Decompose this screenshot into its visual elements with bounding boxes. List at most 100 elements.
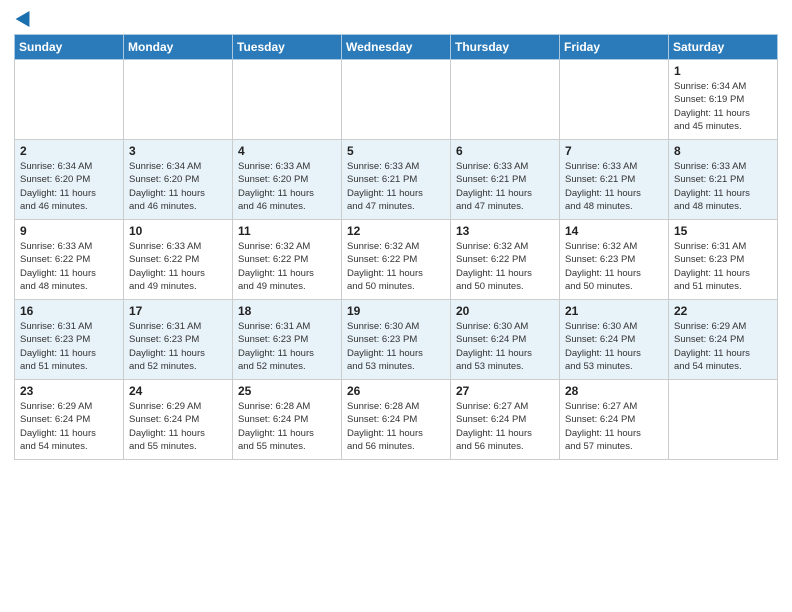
day-info: Sunrise: 6:32 AM Sunset: 6:22 PM Dayligh… — [456, 240, 554, 293]
day-number: 2 — [20, 144, 118, 158]
calendar-header-row: SundayMondayTuesdayWednesdayThursdayFrid… — [15, 35, 778, 60]
day-info: Sunrise: 6:32 AM Sunset: 6:22 PM Dayligh… — [238, 240, 336, 293]
day-number: 4 — [238, 144, 336, 158]
calendar-cell: 17 Sunrise: 6:31 AM Sunset: 6:23 PM Dayli… — [124, 300, 233, 380]
day-number: 1 — [674, 64, 772, 78]
day-info: Sunrise: 6:33 AM Sunset: 6:22 PM Dayligh… — [129, 240, 227, 293]
calendar-cell: 9 Sunrise: 6:33 AM Sunset: 6:22 PM Daylig… — [15, 220, 124, 300]
day-info: Sunrise: 6:31 AM Sunset: 6:23 PM Dayligh… — [674, 240, 772, 293]
day-number: 14 — [565, 224, 663, 238]
day-number: 9 — [20, 224, 118, 238]
calendar-day-header: Thursday — [451, 35, 560, 60]
calendar-cell — [342, 60, 451, 140]
day-number: 10 — [129, 224, 227, 238]
calendar-week-row: 9 Sunrise: 6:33 AM Sunset: 6:22 PM Daylig… — [15, 220, 778, 300]
calendar-cell: 28 Sunrise: 6:27 AM Sunset: 6:24 PM Dayli… — [560, 380, 669, 460]
day-info: Sunrise: 6:33 AM Sunset: 6:22 PM Dayligh… — [20, 240, 118, 293]
calendar-cell: 24Sunrise: 6:29 AM Sunset: 6:24 PM Dayli… — [124, 380, 233, 460]
day-number: 5 — [347, 144, 445, 158]
calendar-week-row: 16 Sunrise: 6:31 AM Sunset: 6:23 PM Dayli… — [15, 300, 778, 380]
calendar-cell: 10 Sunrise: 6:33 AM Sunset: 6:22 PM Dayli… — [124, 220, 233, 300]
day-number: 19 — [347, 304, 445, 318]
day-info: Sunrise: 6:31 AM Sunset: 6:23 PM Dayligh… — [129, 320, 227, 373]
day-number: 20 — [456, 304, 554, 318]
calendar-cell: 14 Sunrise: 6:32 AM Sunset: 6:23 PM Dayli… — [560, 220, 669, 300]
day-info: Sunrise: 6:30 AM Sunset: 6:23 PM Dayligh… — [347, 320, 445, 373]
day-info: Sunrise: 6:32 AM Sunset: 6:23 PM Dayligh… — [565, 240, 663, 293]
day-number: 21 — [565, 304, 663, 318]
day-number: 12 — [347, 224, 445, 238]
calendar-week-row: 1 Sunrise: 6:34 AM Sunset: 6:19 PM Daylig… — [15, 60, 778, 140]
day-info: Sunrise: 6:34 AM Sunset: 6:20 PM Dayligh… — [129, 160, 227, 213]
day-number: 16 — [20, 304, 118, 318]
day-info: Sunrise: 6:29 AM Sunset: 6:24 PM Dayligh… — [20, 400, 118, 453]
day-number: 17 — [129, 304, 227, 318]
calendar-cell: 16 Sunrise: 6:31 AM Sunset: 6:23 PM Dayli… — [15, 300, 124, 380]
calendar-cell: 12 Sunrise: 6:32 AM Sunset: 6:22 PM Dayli… — [342, 220, 451, 300]
logo-triangle-icon — [16, 7, 37, 27]
header — [14, 10, 778, 26]
calendar-cell: 13 Sunrise: 6:32 AM Sunset: 6:22 PM Dayli… — [451, 220, 560, 300]
day-info: Sunrise: 6:33 AM Sunset: 6:21 PM Dayligh… — [674, 160, 772, 213]
day-info: Sunrise: 6:33 AM Sunset: 6:21 PM Dayligh… — [347, 160, 445, 213]
calendar-cell: 2 Sunrise: 6:34 AM Sunset: 6:20 PM Daylig… — [15, 140, 124, 220]
calendar-day-header: Friday — [560, 35, 669, 60]
calendar: SundayMondayTuesdayWednesdayThursdayFrid… — [14, 34, 778, 460]
calendar-day-header: Sunday — [15, 35, 124, 60]
day-number: 8 — [674, 144, 772, 158]
day-info: Sunrise: 6:32 AM Sunset: 6:22 PM Dayligh… — [347, 240, 445, 293]
day-number: 25 — [238, 384, 336, 398]
calendar-cell — [669, 380, 778, 460]
day-info: Sunrise: 6:33 AM Sunset: 6:21 PM Dayligh… — [456, 160, 554, 213]
calendar-cell — [124, 60, 233, 140]
logo — [14, 10, 34, 26]
day-number: 7 — [565, 144, 663, 158]
calendar-week-row: 23 Sunrise: 6:29 AM Sunset: 6:24 PM Dayli… — [15, 380, 778, 460]
day-info: Sunrise: 6:30 AM Sunset: 6:24 PM Dayligh… — [565, 320, 663, 373]
calendar-cell: 20 Sunrise: 6:30 AM Sunset: 6:24 PM Dayli… — [451, 300, 560, 380]
day-info: Sunrise: 6:27 AM Sunset: 6:24 PM Dayligh… — [565, 400, 663, 453]
calendar-cell: 23 Sunrise: 6:29 AM Sunset: 6:24 PM Dayli… — [15, 380, 124, 460]
day-info: Sunrise: 6:33 AM Sunset: 6:21 PM Dayligh… — [565, 160, 663, 213]
calendar-cell: 26 Sunrise: 6:28 AM Sunset: 6:24 PM Dayli… — [342, 380, 451, 460]
day-info: Sunrise: 6:34 AM Sunset: 6:20 PM Dayligh… — [20, 160, 118, 213]
page: SundayMondayTuesdayWednesdayThursdayFrid… — [0, 0, 792, 612]
calendar-cell: 18 Sunrise: 6:31 AM Sunset: 6:23 PM Dayli… — [233, 300, 342, 380]
day-number: 11 — [238, 224, 336, 238]
calendar-cell: 5 Sunrise: 6:33 AM Sunset: 6:21 PM Daylig… — [342, 140, 451, 220]
calendar-cell: 4 Sunrise: 6:33 AM Sunset: 6:20 PM Daylig… — [233, 140, 342, 220]
calendar-cell: 1 Sunrise: 6:34 AM Sunset: 6:19 PM Daylig… — [669, 60, 778, 140]
day-info: Sunrise: 6:33 AM Sunset: 6:20 PM Dayligh… — [238, 160, 336, 213]
day-info: Sunrise: 6:29 AM Sunset: 6:24 PM Dayligh… — [674, 320, 772, 373]
calendar-cell: 19 Sunrise: 6:30 AM Sunset: 6:23 PM Dayli… — [342, 300, 451, 380]
calendar-day-header: Tuesday — [233, 35, 342, 60]
day-info: Sunrise: 6:34 AM Sunset: 6:19 PM Dayligh… — [674, 80, 772, 133]
calendar-day-header: Wednesday — [342, 35, 451, 60]
day-info: Sunrise: 6:31 AM Sunset: 6:23 PM Dayligh… — [238, 320, 336, 373]
calendar-cell — [451, 60, 560, 140]
calendar-cell — [15, 60, 124, 140]
day-info: Sunrise: 6:30 AM Sunset: 6:24 PM Dayligh… — [456, 320, 554, 373]
calendar-day-header: Monday — [124, 35, 233, 60]
calendar-cell — [233, 60, 342, 140]
day-number: 3 — [129, 144, 227, 158]
calendar-cell: 6Sunrise: 6:33 AM Sunset: 6:21 PM Daylig… — [451, 140, 560, 220]
day-number: 27 — [456, 384, 554, 398]
day-number: 26 — [347, 384, 445, 398]
calendar-day-header: Saturday — [669, 35, 778, 60]
day-info: Sunrise: 6:27 AM Sunset: 6:24 PM Dayligh… — [456, 400, 554, 453]
calendar-cell: 8 Sunrise: 6:33 AM Sunset: 6:21 PM Daylig… — [669, 140, 778, 220]
day-info: Sunrise: 6:29 AM Sunset: 6:24 PM Dayligh… — [129, 400, 227, 453]
day-number: 13 — [456, 224, 554, 238]
day-number: 18 — [238, 304, 336, 318]
day-info: Sunrise: 6:31 AM Sunset: 6:23 PM Dayligh… — [20, 320, 118, 373]
calendar-cell: 11 Sunrise: 6:32 AM Sunset: 6:22 PM Dayli… — [233, 220, 342, 300]
calendar-cell: 15Sunrise: 6:31 AM Sunset: 6:23 PM Dayli… — [669, 220, 778, 300]
day-number: 28 — [565, 384, 663, 398]
calendar-cell: 7 Sunrise: 6:33 AM Sunset: 6:21 PM Daylig… — [560, 140, 669, 220]
calendar-cell: 3 Sunrise: 6:34 AM Sunset: 6:20 PM Daylig… — [124, 140, 233, 220]
day-info: Sunrise: 6:28 AM Sunset: 6:24 PM Dayligh… — [347, 400, 445, 453]
calendar-cell: 27 Sunrise: 6:27 AM Sunset: 6:24 PM Dayli… — [451, 380, 560, 460]
calendar-cell: 22Sunrise: 6:29 AM Sunset: 6:24 PM Dayli… — [669, 300, 778, 380]
day-number: 23 — [20, 384, 118, 398]
